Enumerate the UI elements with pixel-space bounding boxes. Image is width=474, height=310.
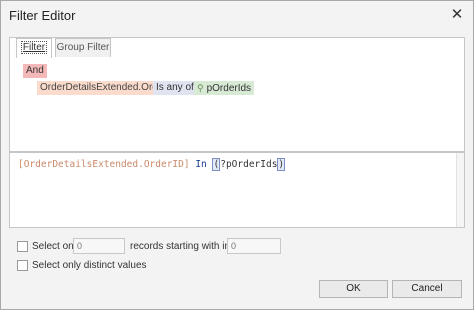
tab-filter-label: Filter: [20, 41, 48, 54]
cancel-button[interactable]: Cancel: [392, 280, 462, 298]
distinct-values-label: Select only distinct values: [32, 260, 147, 271]
tab-filter[interactable]: Filter: [16, 38, 52, 58]
expression-field: [OrderDetailsExtended.OrderID]: [18, 159, 190, 170]
parameter-icon: ⚲: [197, 83, 204, 93]
tab-group-filter-label: Group Filter: [56, 42, 110, 53]
vertical-scrollbar[interactable]: [456, 153, 464, 227]
condition-value[interactable]: ⚲ pOrderIds: [194, 81, 255, 95]
distinct-values-checkbox[interactable]: [17, 260, 28, 271]
condition-operator[interactable]: Is any of: [153, 81, 197, 95]
close-icon[interactable]: ✕: [447, 5, 467, 25]
start-index-input[interactable]: 0: [227, 238, 281, 254]
title-bar: Filter Editor ✕: [1, 1, 473, 29]
filter-tree: And OrderDetailsExtended.OrderID Is any …: [10, 58, 464, 151]
expression-parameter: ?pOrderIds: [220, 159, 278, 170]
filter-editor-window: Filter Editor ✕ Filter Group Filter And …: [0, 0, 474, 310]
expression-close-paren: ): [277, 158, 286, 171]
select-only-checkbox[interactable]: [17, 241, 28, 252]
condition-value-label: pOrderIds: [206, 83, 252, 94]
ok-button[interactable]: OK: [319, 280, 388, 298]
select-only-count-input[interactable]: 0: [73, 238, 125, 254]
expression-keyword: In: [189, 159, 213, 170]
window-title: Filter Editor: [9, 8, 76, 23]
tab-group-filter[interactable]: Group Filter: [55, 38, 111, 57]
expression-text: [OrderDetailsExtended.OrderID] In (?pOrd…: [18, 158, 286, 171]
group-operator-and[interactable]: And: [23, 64, 47, 78]
